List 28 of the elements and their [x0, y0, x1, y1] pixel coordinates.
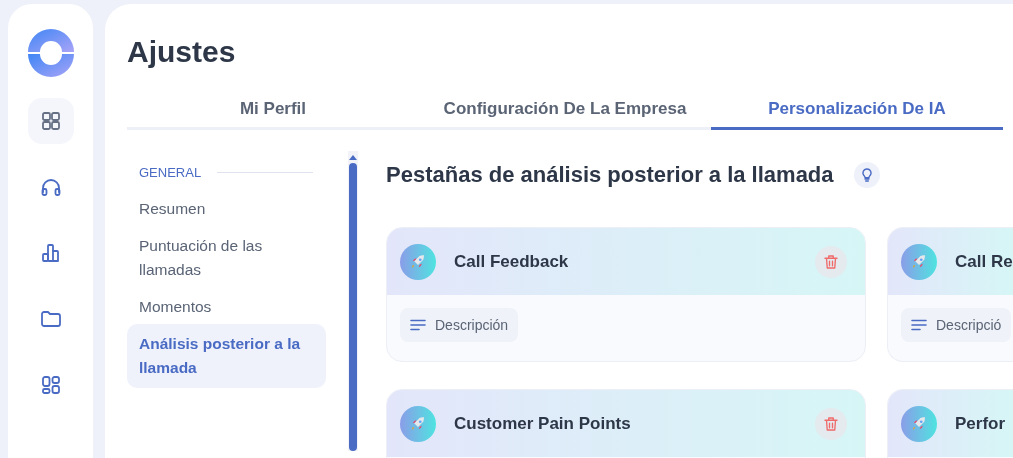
text-lines-icon — [410, 319, 426, 331]
delete-icon[interactable] — [815, 245, 847, 278]
sidebar-item[interactable]: Resumen — [127, 197, 326, 221]
description-chip[interactable]: Descripción — [400, 308, 519, 342]
tab[interactable]: Configuración De La Empresa — [419, 92, 711, 130]
lightbulb-icon[interactable] — [853, 162, 880, 188]
section-label: GENERAL — [139, 164, 202, 180]
sidebar-item[interactable]: Puntuación de las llamadas — [127, 234, 326, 282]
sidebar-item[interactable]: Análisis posterior a la llamada — [127, 324, 326, 388]
scrollbar[interactable] — [348, 151, 358, 451]
rocket-icon — [400, 405, 436, 442]
rocket-icon — [901, 405, 937, 442]
delete-icon[interactable] — [815, 407, 847, 440]
card-title: Call Feedback — [454, 251, 570, 272]
rocket-icon — [901, 243, 937, 280]
sidebar-item[interactable]: Momentos — [127, 295, 326, 319]
tab[interactable]: Personalización De IA — [711, 92, 1003, 130]
tab[interactable]: Mi Perfil — [127, 92, 419, 130]
section-title: Pestañas de análisis posterior a la llamada — [386, 162, 834, 188]
logo-icon — [26, 29, 75, 77]
page-title: Ajustes — [127, 34, 237, 70]
card-title: Call Re — [955, 251, 1013, 272]
description-chip[interactable]: Descripció — [901, 308, 1012, 342]
card-title: Perfor — [955, 413, 1006, 434]
card-title: Customer Pain Points — [454, 413, 632, 434]
grid-icon[interactable] — [27, 98, 74, 144]
rocket-icon — [400, 243, 436, 280]
text-lines-icon — [911, 319, 927, 331]
